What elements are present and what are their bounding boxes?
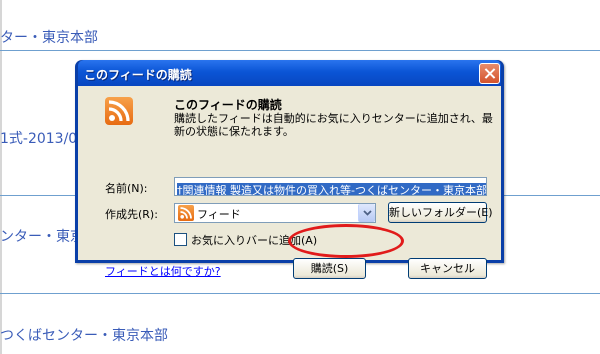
rss-folder-icon <box>178 205 194 221</box>
bg-link-1[interactable]: ター・東京本部 <box>0 27 98 47</box>
close-icon[interactable] <box>479 63 500 84</box>
new-folder-button[interactable]: 新しいフォルダー(E) <box>388 202 493 223</box>
subscribe-feed-dialog: このフィードの購読 このフィードの購読 購読したフィードは自動的にお気に入りセン… <box>75 60 504 279</box>
feed-name-input[interactable]: †関連情報 製造又は物件の買入れ等-つくばセンター・東京本部 <box>174 177 487 196</box>
chevron-down-icon[interactable] <box>358 204 375 222</box>
bg-link-2[interactable]: 1式-2013/0 <box>0 128 77 148</box>
dialog-titlebar[interactable]: このフィードの購読 <box>78 60 501 86</box>
favorites-bar-checkbox[interactable] <box>174 233 187 246</box>
dialog-body: このフィードの購読 購読したフィードは自動的にお気に入りセンターに追加され、最新… <box>78 86 501 279</box>
feed-name-value: †関連情報 製造又は物件の買入れ等-つくばセンター・東京本部 <box>177 183 487 196</box>
rss-feed-icon <box>105 97 133 125</box>
cancel-button[interactable]: キャンセル <box>408 258 487 279</box>
bg-divider-1 <box>0 50 600 51</box>
dialog-title: このフィードの購読 <box>84 68 192 82</box>
subscribe-button[interactable]: 購読(S) <box>293 258 366 279</box>
dialog-description: 購読したフィードは自動的にお気に入りセンターに追加され、最新の状態に保たれます。 <box>174 112 493 138</box>
what-is-feed-link[interactable]: フィードとは何ですか? <box>105 263 221 279</box>
create-in-value: フィード <box>197 208 241 221</box>
create-in-label: 作成先(R): <box>105 208 158 221</box>
subscribe-highlight-circle <box>288 224 404 258</box>
bg-divider-3 <box>0 293 600 294</box>
create-in-select[interactable]: フィード <box>174 203 376 223</box>
dialog-heading: このフィードの購読 <box>174 98 282 112</box>
name-label: 名前(N): <box>105 182 148 195</box>
page-left-edge <box>0 0 2 354</box>
bg-link-4[interactable]: つくばセンター・東京本部 <box>0 325 168 345</box>
